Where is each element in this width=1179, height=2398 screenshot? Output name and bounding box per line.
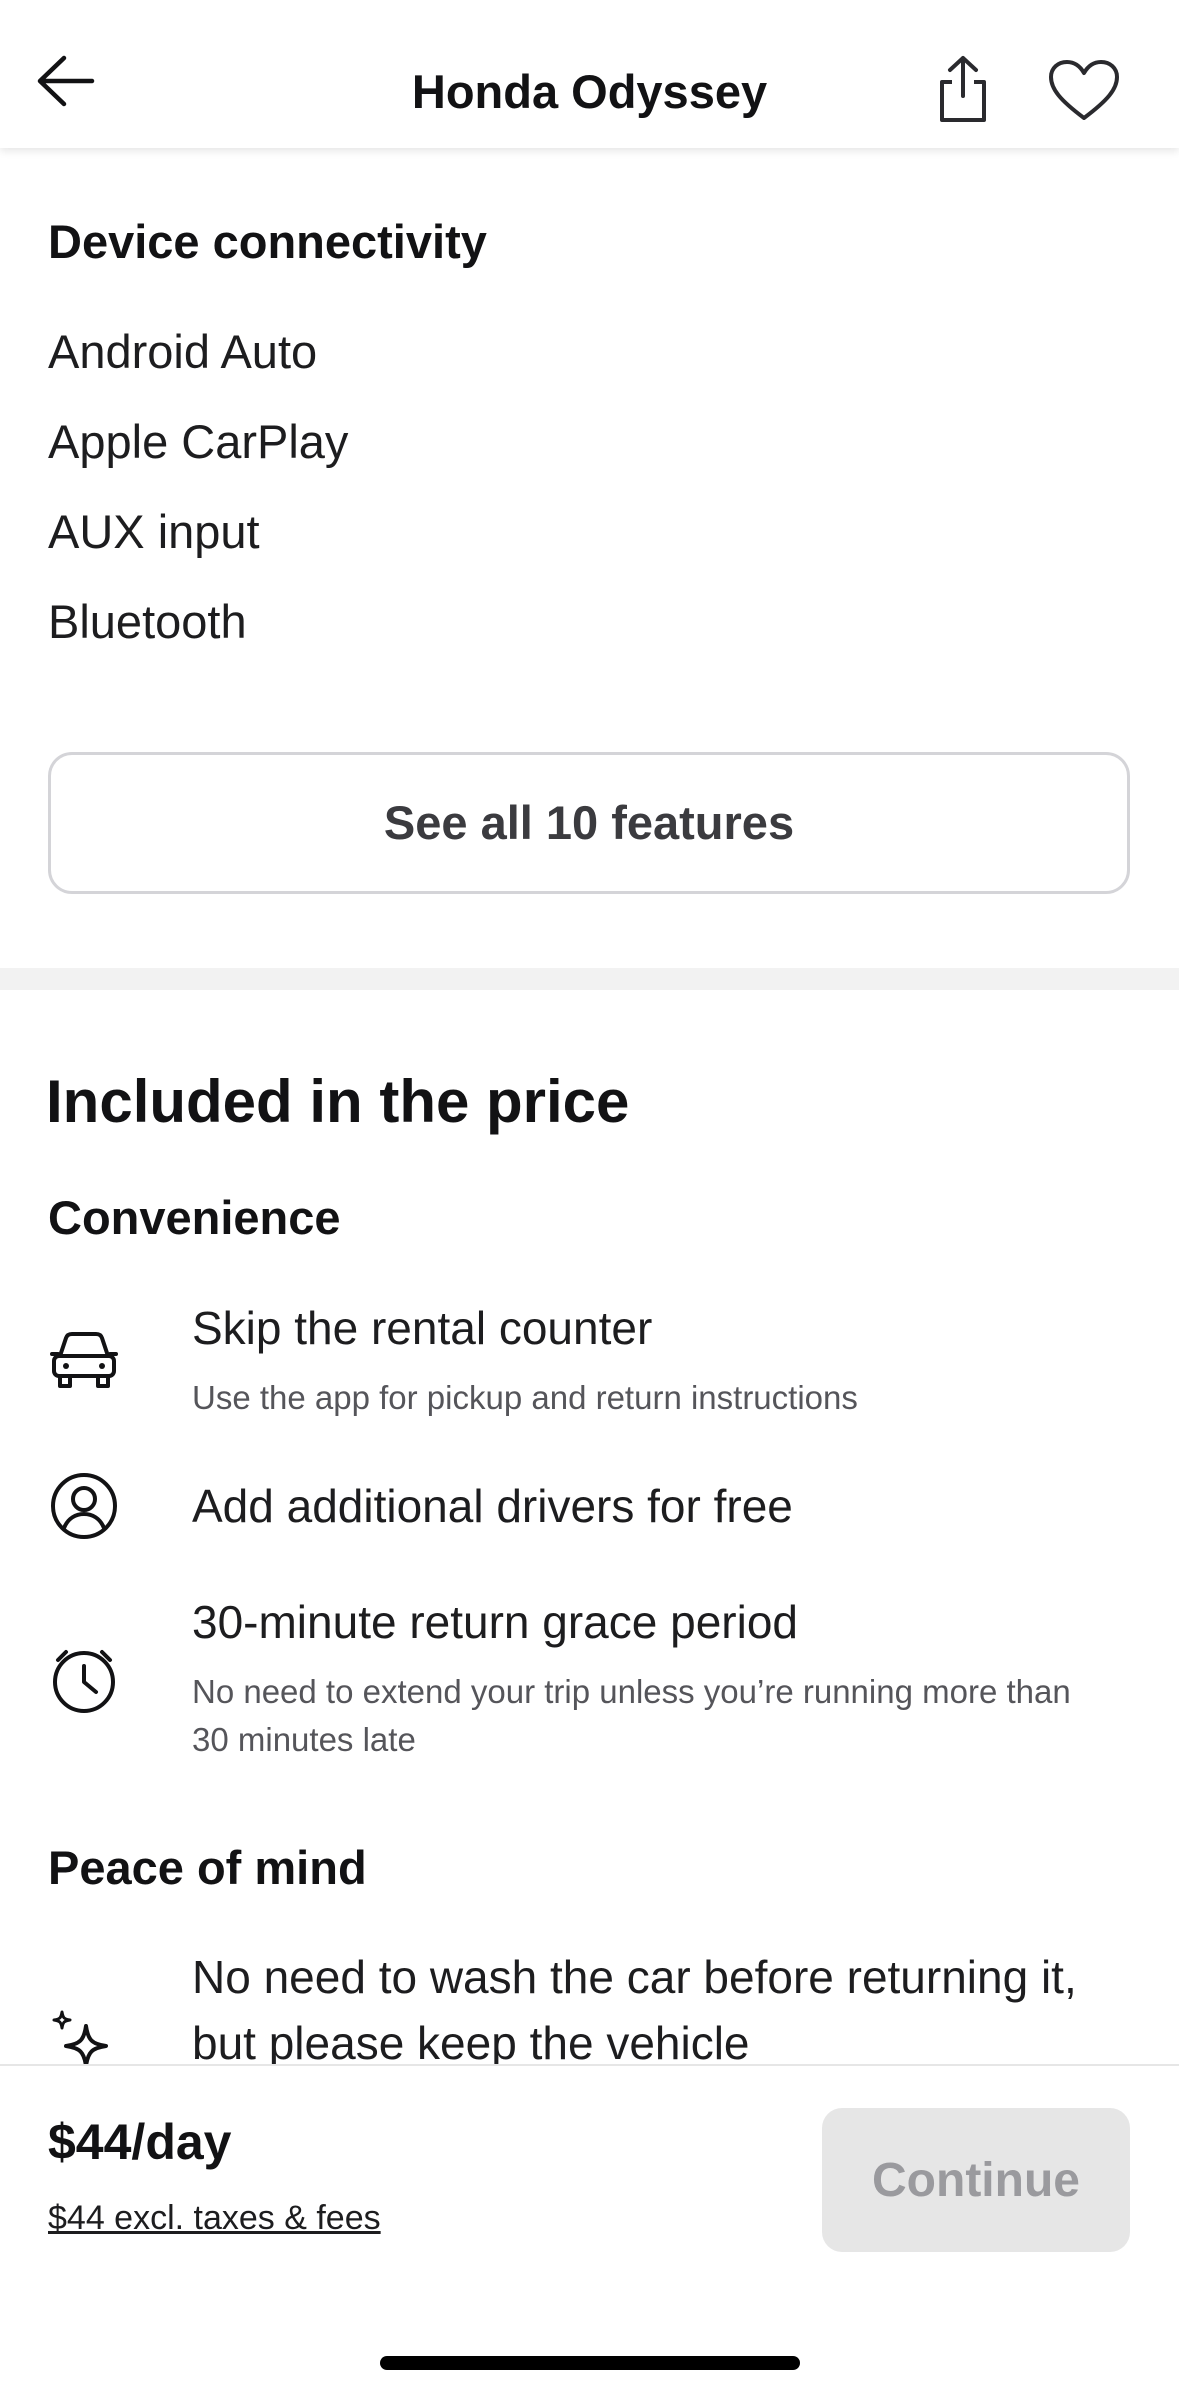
back-button[interactable] [30,48,106,118]
peace-of-mind-heading: Peace of mind [48,1841,367,1894]
additional-drivers-title: Add additional drivers for free [192,1480,793,1532]
price-details-link[interactable]: $44 excl. taxes & fees [48,2196,381,2240]
grace-period-title: 30-minute return grace period [192,1596,798,1648]
skip-counter-title: Skip the rental counter [192,1302,653,1354]
share-button[interactable] [928,52,998,126]
user-circle-icon [48,1470,120,1542]
share-icon [940,56,986,122]
included-heading: Included in the price [46,1068,630,1135]
top-app-bar: Honda Odyssey [0,0,1179,148]
clock-icon [48,1644,120,1716]
continue-button[interactable]: Continue [822,2108,1130,2252]
no-wash-title: No need to wash the car before returning… [192,1951,1077,2064]
daily-price: $44/day [48,2114,232,2170]
scroll-content[interactable]: Device connectivity Android Auto Apple C… [0,148,1179,2064]
convenience-heading: Convenience [48,1191,341,1244]
page-title: Honda Odyssey [411,65,768,118]
see-all-features-button[interactable]: See all 10 features [48,752,1130,894]
heart-icon [1049,60,1119,120]
favorite-button[interactable] [1046,58,1122,124]
feature-apple-carplay: Apple CarPlay [48,415,349,468]
device-connectivity-heading: Device connectivity [48,215,487,268]
home-indicator [380,2356,800,2370]
section-divider [0,968,1179,990]
feature-bluetooth: Bluetooth [48,595,247,648]
skip-counter-desc: Use the app for pickup and return instru… [192,1379,858,1416]
arrow-left-icon [37,55,95,107]
booking-footer: $44/day $44 excl. taxes & fees Continue [0,2064,1179,2398]
car-icon [48,1322,120,1394]
feature-aux-input: AUX input [48,505,260,558]
feature-android-auto: Android Auto [48,325,318,378]
grace-period-desc: No need to extend your trip unless you’r… [192,1673,1071,1758]
sparkles-icon [48,2008,120,2064]
